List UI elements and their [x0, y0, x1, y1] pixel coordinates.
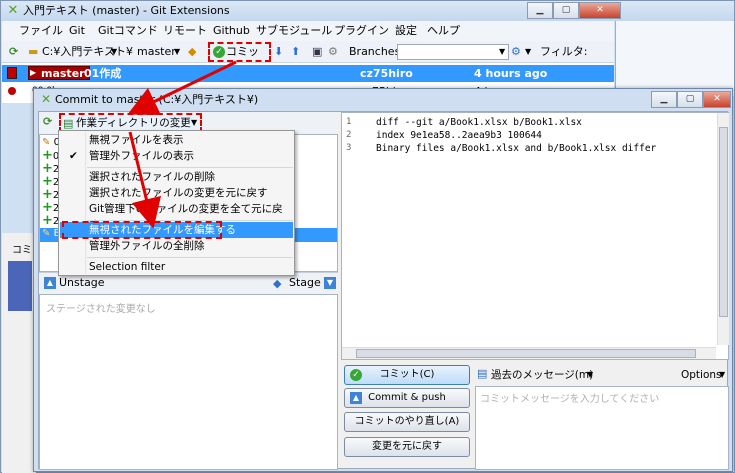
arrow-to-menu-item	[128, 131, 162, 229]
annotation-arrows	[127, 60, 237, 229]
arrow-to-workdir	[127, 60, 237, 115]
